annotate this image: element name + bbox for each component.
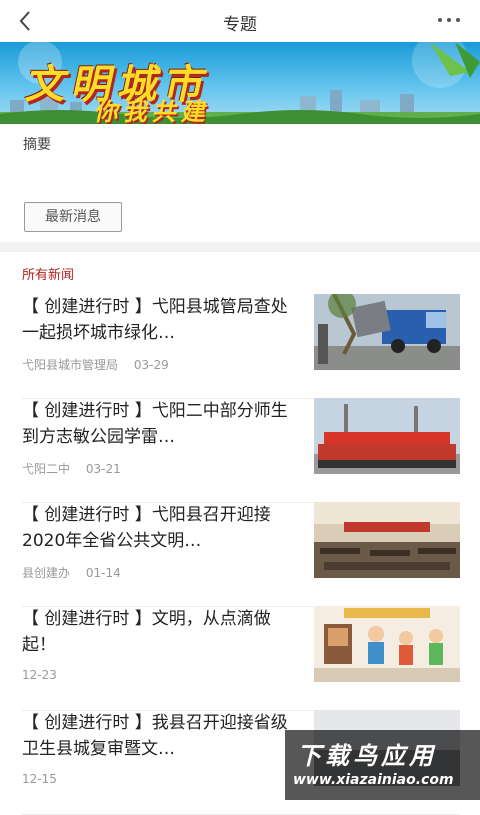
news-title: 【 创建进行时 】文明，从点滴做起！ bbox=[22, 609, 271, 655]
section-title: 所有新闻 bbox=[22, 268, 75, 283]
news-title: 【 创建进行时 】弋阳县城管局查处一起损坏城市绿化… bbox=[22, 297, 288, 343]
more-dots-icon[interactable] bbox=[436, 10, 462, 30]
latest-news-button[interactable]: 最新消息 bbox=[24, 202, 122, 232]
news-meta: 县创建办 01-14 bbox=[22, 564, 133, 581]
news-item[interactable]: 【 创建进行时 】文明，从点滴做起！ 12-23 bbox=[22, 606, 460, 711]
news-date: 03-21 bbox=[85, 462, 121, 476]
news-item[interactable]: 【 创建进行时 】弋阳县城管局查处一起损坏城市绿化… 弋阳县城市管理局 03-2… bbox=[22, 294, 460, 399]
news-date: 12-15 bbox=[22, 772, 57, 786]
page-title: 专题 bbox=[223, 15, 257, 35]
banner-subheadline: 你我共建 bbox=[92, 97, 215, 124]
news-thumbnail bbox=[314, 398, 460, 474]
news-title: 【 创建进行时 】弋阳县召开迎接2020年全省公共文明… bbox=[22, 505, 271, 551]
news-date: 01-14 bbox=[85, 566, 121, 580]
news-date: 12-23 bbox=[22, 668, 57, 682]
news-thumbnail bbox=[314, 502, 460, 578]
news-meta: 弋阳二中 03-21 bbox=[22, 460, 133, 477]
summary-label: 摘要 bbox=[23, 137, 51, 153]
watermark-url: www.xiazainiao.com bbox=[293, 772, 454, 788]
section-divider bbox=[0, 242, 480, 252]
news-meta: 12-23 bbox=[22, 668, 69, 682]
news-thumbnail bbox=[314, 294, 460, 370]
news-title: 【 创建进行时 】弋阳二中部分师生到方志敏公园学雷… bbox=[22, 401, 288, 447]
watermark: 下载鸟应用 www.xiazainiao.com bbox=[285, 730, 480, 800]
news-source: 弋阳二中 bbox=[22, 462, 71, 476]
news-thumbnail bbox=[314, 606, 460, 682]
watermark-title: 下载鸟应用 bbox=[297, 742, 437, 770]
news-date: 03-29 bbox=[133, 358, 169, 372]
news-meta: 弋阳县城市管理局 03-29 bbox=[22, 356, 181, 373]
topic-banner: 文明城市 你我共建 bbox=[0, 42, 480, 124]
news-title: 【 创建进行时 】我县召开迎接省级卫生县城复审暨文… bbox=[22, 713, 288, 759]
news-meta: 12-15 bbox=[22, 772, 69, 786]
news-source: 县创建办 bbox=[22, 566, 71, 580]
top-bar: 专题 bbox=[0, 0, 480, 42]
news-item[interactable]: 【 创建进行时 】弋阳县召开迎接2020年全省公共文明… 县创建办 01-14 bbox=[22, 502, 460, 607]
news-source: 弋阳县城市管理局 bbox=[22, 358, 119, 372]
news-item[interactable]: 【 创建进行时 】弋阳二中部分师生到方志敏公园学雷… 弋阳二中 03-21 bbox=[22, 398, 460, 503]
